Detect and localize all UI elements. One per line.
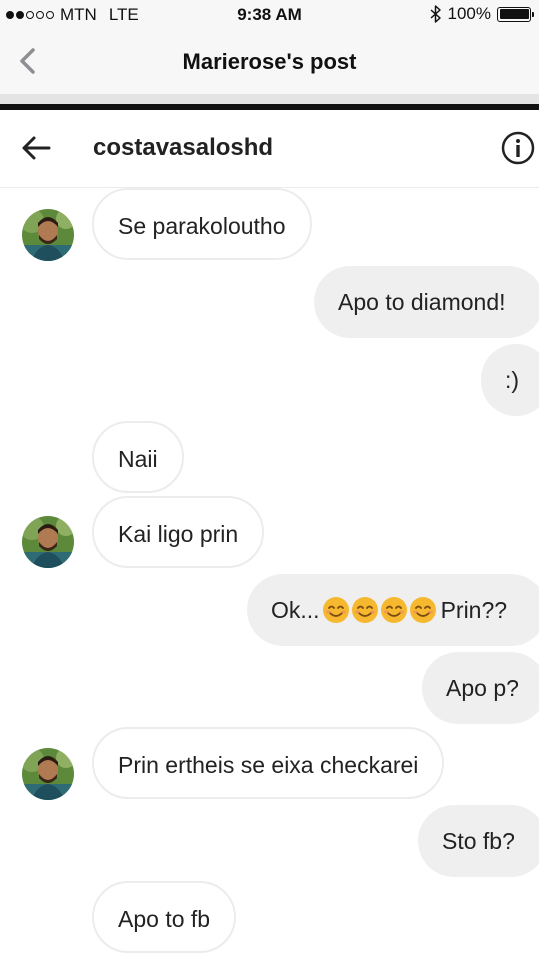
arrow-left-icon[interactable] [20, 134, 52, 162]
smiling-face-emoji [380, 596, 407, 623]
avatar[interactable] [22, 209, 74, 261]
message-text-before: Ok... [271, 597, 320, 623]
message-text: Kai ligo prin [118, 521, 239, 547]
message-thread[interactable]: Se parakoloutho Apo to diamond! :) Naii … [0, 188, 539, 960]
info-icon[interactable] [501, 131, 535, 165]
message-text: Naii [118, 446, 158, 472]
message-text: Apo to fb [118, 906, 211, 932]
message-bubble-incoming[interactable]: Apo to fb [92, 881, 237, 953]
message-bubble-outgoing[interactable]: :) [481, 344, 539, 416]
message-bubble-outgoing[interactable]: Apo to diamond! [314, 266, 539, 338]
bluetooth-icon [430, 5, 441, 23]
battery-icon [497, 6, 534, 22]
navigation-bar: Marierose's post [0, 30, 539, 94]
page-title: Marierose's post [182, 49, 357, 74]
status-bar: MTN LTE 9:38 AM 100% [0, 0, 539, 30]
message-bubble-incoming[interactable]: Naii [92, 421, 184, 493]
message-text: :) [505, 367, 520, 393]
message-bubble-incoming[interactable]: Se parakoloutho [92, 188, 312, 260]
message-bubble-incoming[interactable]: Prin ertheis se eixa checkarei [92, 727, 445, 799]
avatar[interactable] [22, 516, 74, 568]
emoji-group [322, 596, 437, 624]
divider [0, 94, 539, 104]
message-bubble-incoming[interactable]: Kai ligo prin [92, 496, 265, 568]
message-text: Prin ertheis se eixa checkarei [118, 752, 419, 778]
status-right: 100% [430, 4, 534, 24]
smiling-face-emoji [322, 596, 349, 623]
smiling-face-emoji [409, 596, 436, 623]
message-bubble-outgoing[interactable]: Ok... Prin?? [247, 574, 539, 646]
conversation-header: costavasaloshd [0, 110, 539, 188]
message-bubble-outgoing[interactable]: Apo p? [422, 652, 539, 724]
conversation-username[interactable]: costavasaloshd [93, 134, 273, 162]
message-text: Se parakoloutho [118, 213, 286, 239]
battery-percent: 100% [447, 4, 491, 23]
message-text: Sto fb? [442, 828, 515, 854]
message-text: Apo p? [446, 675, 519, 701]
message-text-after: Prin?? [440, 597, 508, 623]
avatar[interactable] [22, 748, 74, 800]
message-bubble-outgoing[interactable]: Sto fb? [418, 805, 539, 877]
smiling-face-emoji [351, 596, 378, 623]
message-text: Apo to diamond! [338, 289, 506, 315]
